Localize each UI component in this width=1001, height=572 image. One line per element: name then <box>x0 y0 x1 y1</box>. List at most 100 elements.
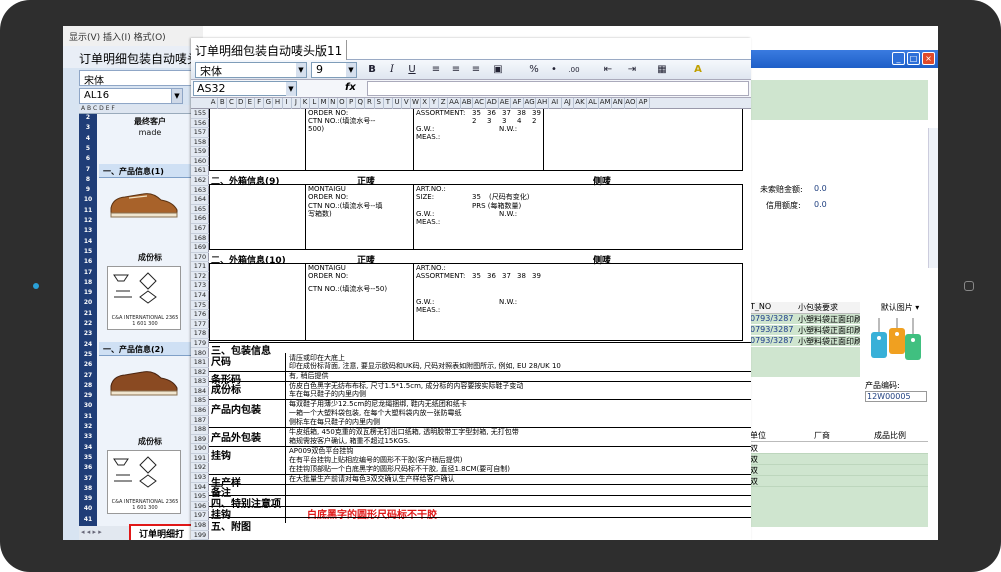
column-header[interactable]: R <box>365 98 375 109</box>
row-header[interactable]: 162 <box>191 176 209 186</box>
column-header[interactable]: F <box>255 98 265 109</box>
row-header[interactable]: 167 <box>191 224 209 234</box>
chevron-down-icon[interactable]: ▼ <box>296 63 306 77</box>
chevron-down-icon[interactable]: ▼ <box>171 88 183 104</box>
column-header[interactable]: W <box>411 98 421 109</box>
minimize-button[interactable]: _ <box>892 52 905 65</box>
row-header[interactable]: 4 <box>79 135 97 142</box>
name-box[interactable]: AS32 ▼ <box>193 81 297 96</box>
column-header[interactable]: M <box>319 98 329 109</box>
decrease-indent-icon[interactable]: ⇤ <box>601 63 615 77</box>
row-header[interactable]: 32 <box>79 423 97 430</box>
column-header[interactable]: N <box>329 98 338 109</box>
row-header[interactable]: 177 <box>191 320 209 330</box>
column-header[interactable]: AO <box>625 98 638 109</box>
column-header[interactable]: Z <box>439 98 449 109</box>
row-header[interactable]: 25 <box>79 351 97 358</box>
row-header[interactable]: 194 <box>191 483 209 493</box>
row-header[interactable]: 175 <box>191 301 209 311</box>
row-header[interactable]: 15 <box>79 248 97 255</box>
row-header[interactable]: 38 <box>79 485 97 492</box>
row-header[interactable]: 11 <box>79 207 97 214</box>
column-header[interactable]: AE <box>499 98 512 109</box>
row-header[interactable]: 197 <box>191 511 209 521</box>
borders-icon[interactable]: ▦ <box>655 63 669 77</box>
row-header[interactable]: 3 <box>79 124 97 131</box>
align-right-icon[interactable]: ≡ <box>469 63 483 77</box>
default-image-select[interactable]: 默认图片 ▾ <box>865 302 935 313</box>
column-header[interactable]: AN <box>612 98 625 109</box>
column-header[interactable]: T <box>384 98 393 109</box>
row-header[interactable]: 27 <box>79 372 97 379</box>
row-header[interactable]: 190 <box>191 444 209 454</box>
col-ratio[interactable]: 成品比例 <box>874 430 906 441</box>
row-header[interactable]: 165 <box>191 205 209 215</box>
row-header[interactable]: 6 <box>79 155 97 162</box>
column-header[interactable]: C <box>227 98 237 109</box>
align-center-icon[interactable]: ≡ <box>449 63 463 77</box>
font-size-select[interactable]: 9 ▼ <box>311 62 357 78</box>
row-header[interactable]: 173 <box>191 281 209 292</box>
row-header[interactable]: 158 <box>191 138 209 148</box>
maximize-button[interactable]: □ <box>907 52 920 65</box>
row-header[interactable]: 186 <box>191 406 209 416</box>
row-header[interactable]: 28 <box>79 382 97 389</box>
column-header[interactable]: AI <box>549 98 562 109</box>
column-header[interactable]: AC <box>473 98 486 109</box>
row-header[interactable]: 2 <box>79 114 97 121</box>
column-header[interactable]: J <box>292 98 301 109</box>
col-vendor[interactable]: 厂商 <box>814 430 830 441</box>
row-header[interactable]: 174 <box>191 291 209 301</box>
column-header[interactable]: AB <box>461 98 474 109</box>
column-header[interactable]: A <box>209 98 219 109</box>
row-header[interactable]: 14 <box>79 238 97 245</box>
column-header[interactable]: I <box>283 98 292 109</box>
row-header[interactable]: 34 <box>79 444 97 451</box>
column-header[interactable]: AD <box>486 98 499 109</box>
font-name-select[interactable]: 宋体 ▼ <box>195 62 307 78</box>
row-header[interactable]: 160 <box>191 157 209 167</box>
column-header[interactable]: K <box>301 98 311 109</box>
column-header[interactable]: Y <box>430 98 439 109</box>
column-header[interactable]: V <box>402 98 412 109</box>
merge-cells-icon[interactable]: ▣ <box>491 63 505 77</box>
row-header[interactable]: 9 <box>79 186 97 193</box>
col-packing-req[interactable]: 小包装要求 <box>798 302 838 313</box>
row-header[interactable]: 19 <box>79 289 97 296</box>
row-header[interactable]: 33 <box>79 433 97 440</box>
row-header[interactable]: 36 <box>79 464 97 471</box>
column-header[interactable]: AF <box>511 98 524 109</box>
align-left-icon[interactable]: ≡ <box>429 63 443 77</box>
table-row[interactable]: 双 <box>750 476 928 487</box>
column-header[interactable]: U <box>393 98 403 109</box>
column-header[interactable]: L <box>310 98 320 109</box>
row-header[interactable]: 41 <box>79 516 97 523</box>
row-header[interactable]: 20 <box>79 299 97 306</box>
row-header[interactable]: 5 <box>79 145 97 152</box>
row-header[interactable]: 21 <box>79 310 97 317</box>
col-unit[interactable]: 单位 <box>750 430 766 441</box>
column-header[interactable]: B <box>218 98 228 109</box>
row-header[interactable]: 168 <box>191 234 209 244</box>
vertical-scrollbar[interactable] <box>928 128 938 268</box>
row-header[interactable]: 164 <box>191 195 209 205</box>
row-header[interactable]: 180 <box>191 349 209 359</box>
font-color-icon[interactable]: A <box>691 63 705 77</box>
row-header[interactable]: 159 <box>191 147 209 157</box>
row-header[interactable]: 163 <box>191 186 209 196</box>
row-header[interactable]: 10 <box>79 196 97 203</box>
row-header[interactable]: 166 <box>191 214 209 224</box>
column-header[interactable]: AA <box>448 98 461 109</box>
column-header[interactable]: H <box>273 98 283 109</box>
column-header[interactable]: AJ <box>562 98 575 109</box>
row-header[interactable]: 23 <box>79 330 97 337</box>
column-header[interactable]: P <box>347 98 357 109</box>
row-header[interactable]: 40 <box>79 505 97 512</box>
row-header[interactable]: 185 <box>191 396 209 406</box>
column-header[interactable]: AH <box>536 98 549 109</box>
table-row[interactable]: 0793/328715 小塑料袋正面印刷 <box>750 336 860 347</box>
row-header[interactable]: 188 <box>191 425 209 435</box>
product-code-input[interactable]: 12W00005 <box>865 391 927 402</box>
back-menu-bar[interactable]: 显示(V) 插入(I) 格式(O) <box>63 26 203 46</box>
column-header[interactable]: AP <box>637 98 650 109</box>
